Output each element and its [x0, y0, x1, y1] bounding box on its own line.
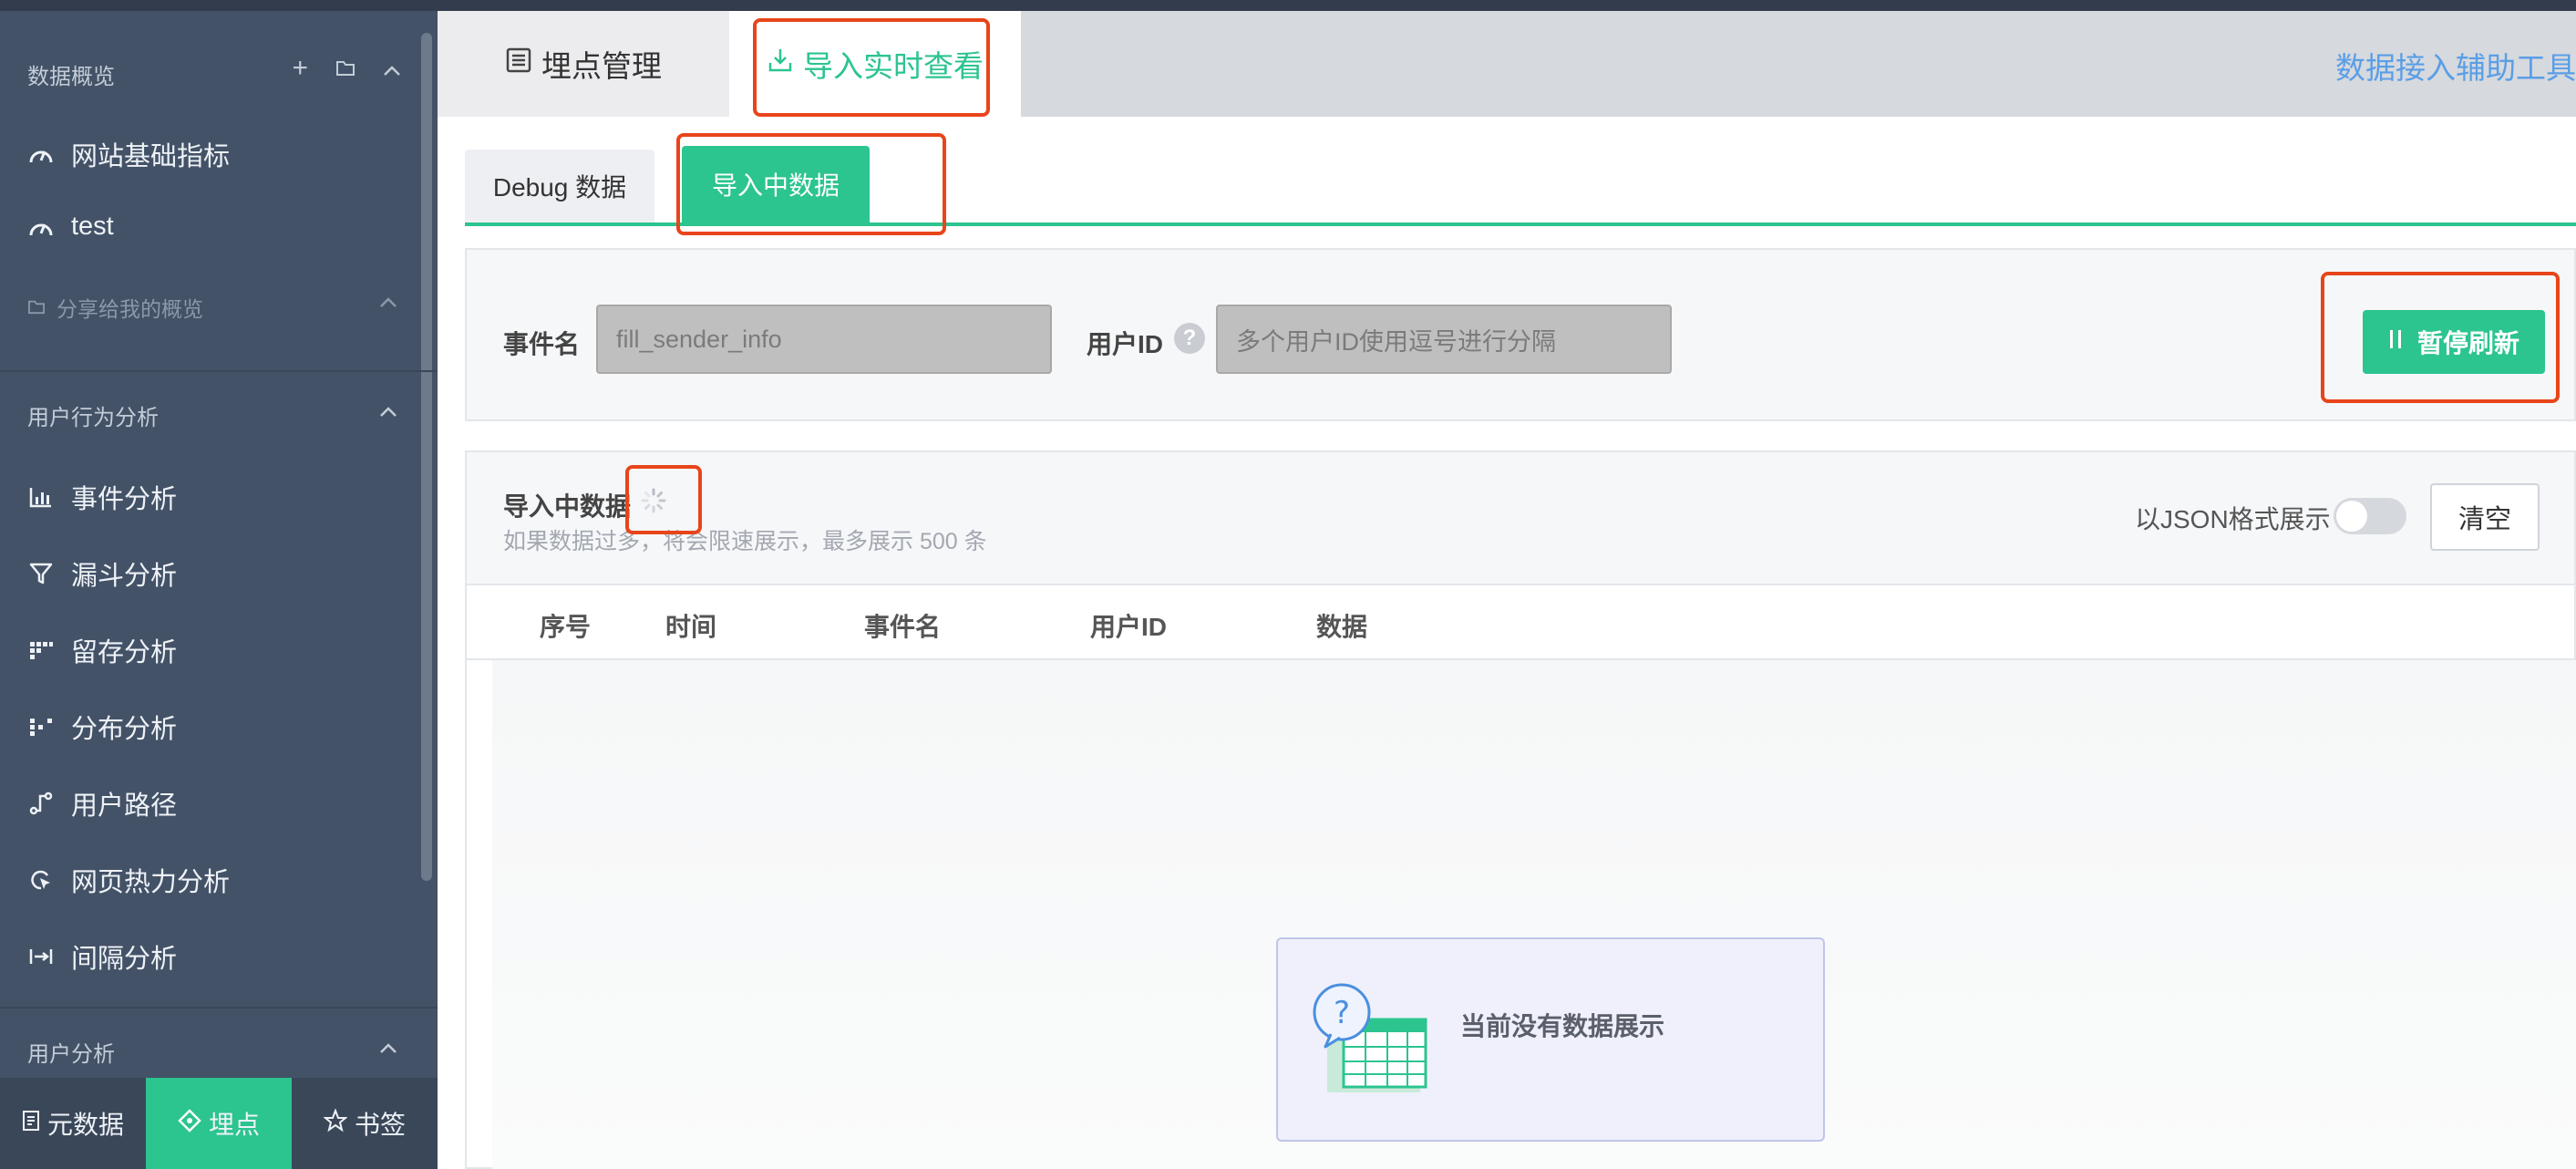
- sidebar-item-label: 分布分析: [71, 715, 178, 744]
- retention-grid-icon: [27, 636, 55, 664]
- section-label: 分享给我的概览: [57, 297, 203, 321]
- distribution-icon: [27, 713, 55, 740]
- dashboard-icon: [27, 140, 55, 168]
- section-shared-overview[interactable]: 分享给我的概览: [27, 292, 203, 323]
- bottom-tab-label: 元数据: [46, 1111, 124, 1139]
- column-event-name[interactable]: 事件名: [864, 607, 941, 644]
- sidebar-item-heatmap-analysis[interactable]: 网页热力分析: [27, 861, 230, 899]
- list-icon: [505, 47, 532, 81]
- main-tab-bar: 埋点管理 导入实时查看 数据接入辅助工具: [438, 11, 2576, 117]
- sidebar-item-label: 事件分析: [71, 485, 178, 514]
- tab-import-realtime[interactable]: 导入实时查看: [729, 11, 1021, 117]
- section-user-behavior[interactable]: 用户行为分析: [27, 399, 159, 431]
- tab-tracking-management[interactable]: 埋点管理: [438, 11, 729, 117]
- tab-label: 导入实时查看: [803, 49, 984, 83]
- sidebar-item-site-metrics[interactable]: 网站基础指标: [27, 135, 230, 173]
- sidebar-divider: [0, 1007, 438, 1009]
- bar-chart-icon: [27, 483, 55, 511]
- chevron-up-icon[interactable]: [379, 295, 397, 313]
- heatmap-cursor-icon: [27, 866, 55, 894]
- json-format-toggle[interactable]: [2334, 498, 2406, 534]
- subtab-importing-data[interactable]: 导入中数据: [682, 146, 870, 222]
- sidebar-bottom-tabs: 元数据 埋点 书签: [0, 1078, 438, 1169]
- bottom-tab-bookmarks[interactable]: 书签: [292, 1078, 438, 1169]
- clear-button[interactable]: 清空: [2430, 483, 2540, 551]
- top-strip: [0, 0, 2576, 11]
- sub-tab-bar: Debug 数据 导入中数据: [465, 146, 2576, 226]
- event-name-label: 事件名: [503, 330, 581, 358]
- folder-icon[interactable]: [335, 53, 355, 84]
- overview-controls: +: [292, 53, 401, 84]
- sidebar-divider: [0, 370, 438, 372]
- data-panel-header: 导入中数据 如果数据过多，将会限速展示，最多展示 500 条 以JSON格式展示…: [467, 452, 2574, 585]
- sidebar-scrollbar[interactable]: [421, 33, 432, 881]
- sidebar-item-label: 用户路径: [71, 791, 178, 821]
- column-data[interactable]: 数据: [1316, 607, 1367, 644]
- pause-icon: [2388, 327, 2403, 357]
- section-user-analysis[interactable]: 用户分析: [27, 1036, 115, 1068]
- tab-label: 埋点管理: [541, 49, 662, 83]
- sidebar-item-event-analysis[interactable]: 事件分析: [27, 478, 177, 516]
- sidebar-item-distribution-analysis[interactable]: 分布分析: [27, 708, 177, 746]
- download-icon: [767, 47, 794, 81]
- help-icon[interactable]: ?: [1174, 323, 1205, 354]
- sidebar-item-label: test: [71, 212, 114, 241]
- target-icon: [178, 1108, 201, 1139]
- loading-spinner-icon: [640, 487, 667, 514]
- sidebar-item-user-path[interactable]: 用户路径: [27, 784, 177, 822]
- sidebar-item-label: 漏斗分析: [71, 562, 178, 591]
- bottom-tab-label: 埋点: [208, 1111, 260, 1139]
- svg-text:?: ?: [1334, 995, 1350, 1031]
- pause-refresh-button[interactable]: 暂停刷新: [2363, 310, 2545, 374]
- table-body: ? 当前没有数据展示: [492, 660, 2576, 1169]
- bottom-tab-tracking[interactable]: 埋点: [146, 1078, 292, 1169]
- user-id-label: 用户ID: [1087, 330, 1164, 358]
- path-icon: [27, 790, 55, 817]
- chevron-up-icon[interactable]: [383, 53, 401, 84]
- section-data-overview[interactable]: 数据概览: [27, 58, 115, 90]
- add-icon[interactable]: +: [292, 53, 308, 84]
- column-time[interactable]: 时间: [665, 607, 716, 644]
- star-icon: [323, 1107, 348, 1139]
- sidebar-item-funnel-analysis[interactable]: 漏斗分析: [27, 554, 177, 593]
- sidebar: 数据概览 + 网站基础指标 test 分享给我的概览 用户行为分析 事件分析 漏…: [0, 11, 438, 1169]
- user-id-input[interactable]: 多个用户ID使用逗号进行分隔: [1216, 305, 1672, 374]
- data-panel: 导入中数据 如果数据过多，将会限速展示，最多展示 500 条 以JSON格式展示…: [465, 450, 2576, 1169]
- data-integration-helper-link[interactable]: 数据接入辅助工具: [2335, 44, 2576, 88]
- bottom-tab-metadata[interactable]: 元数据: [0, 1078, 146, 1169]
- column-index[interactable]: 序号: [540, 607, 591, 644]
- dashboard-icon: [27, 213, 55, 241]
- funnel-icon: [27, 560, 55, 587]
- empty-state-text: 当前没有数据展示: [1460, 1012, 1665, 1040]
- sidebar-item-label: 留存分析: [71, 638, 178, 667]
- sidebar-item-retention-analysis[interactable]: 留存分析: [27, 631, 177, 669]
- subtab-debug-data[interactable]: Debug 数据: [465, 150, 654, 222]
- sidebar-item-interval-analysis[interactable]: 间隔分析: [27, 937, 177, 976]
- empty-state: ? 当前没有数据展示: [1276, 937, 1825, 1142]
- chevron-up-icon[interactable]: [379, 1041, 397, 1059]
- interval-icon: [27, 943, 55, 970]
- folder-icon: [27, 295, 46, 320]
- panel-subtitle: 如果数据过多，将会限速展示，最多展示 500 条: [503, 529, 987, 554]
- no-data-illustration-icon: ?: [1311, 983, 1429, 1102]
- filter-bar: 事件名 fill_sender_info 用户ID ? 多个用户ID使用逗号进行…: [465, 248, 2576, 421]
- sidebar-item-label: 网页热力分析: [71, 868, 231, 897]
- toggle-knob: [2336, 501, 2367, 532]
- event-name-input[interactable]: fill_sender_info: [596, 305, 1052, 374]
- sidebar-item-label: 间隔分析: [71, 945, 178, 974]
- sidebar-item-test[interactable]: test: [27, 212, 114, 242]
- column-user-id[interactable]: 用户ID: [1090, 607, 1167, 644]
- bottom-tab-label: 书签: [354, 1111, 406, 1139]
- sidebar-item-label: 网站基础指标: [71, 142, 231, 171]
- json-format-label: 以JSON格式展示: [2135, 505, 2331, 533]
- panel-title: 导入中数据: [503, 492, 632, 521]
- table-header: 序号 时间 事件名 用户ID 数据: [467, 585, 2574, 660]
- chevron-up-icon[interactable]: [379, 405, 397, 422]
- document-icon: [22, 1109, 40, 1138]
- pause-refresh-label: 暂停刷新: [2416, 329, 2519, 357]
